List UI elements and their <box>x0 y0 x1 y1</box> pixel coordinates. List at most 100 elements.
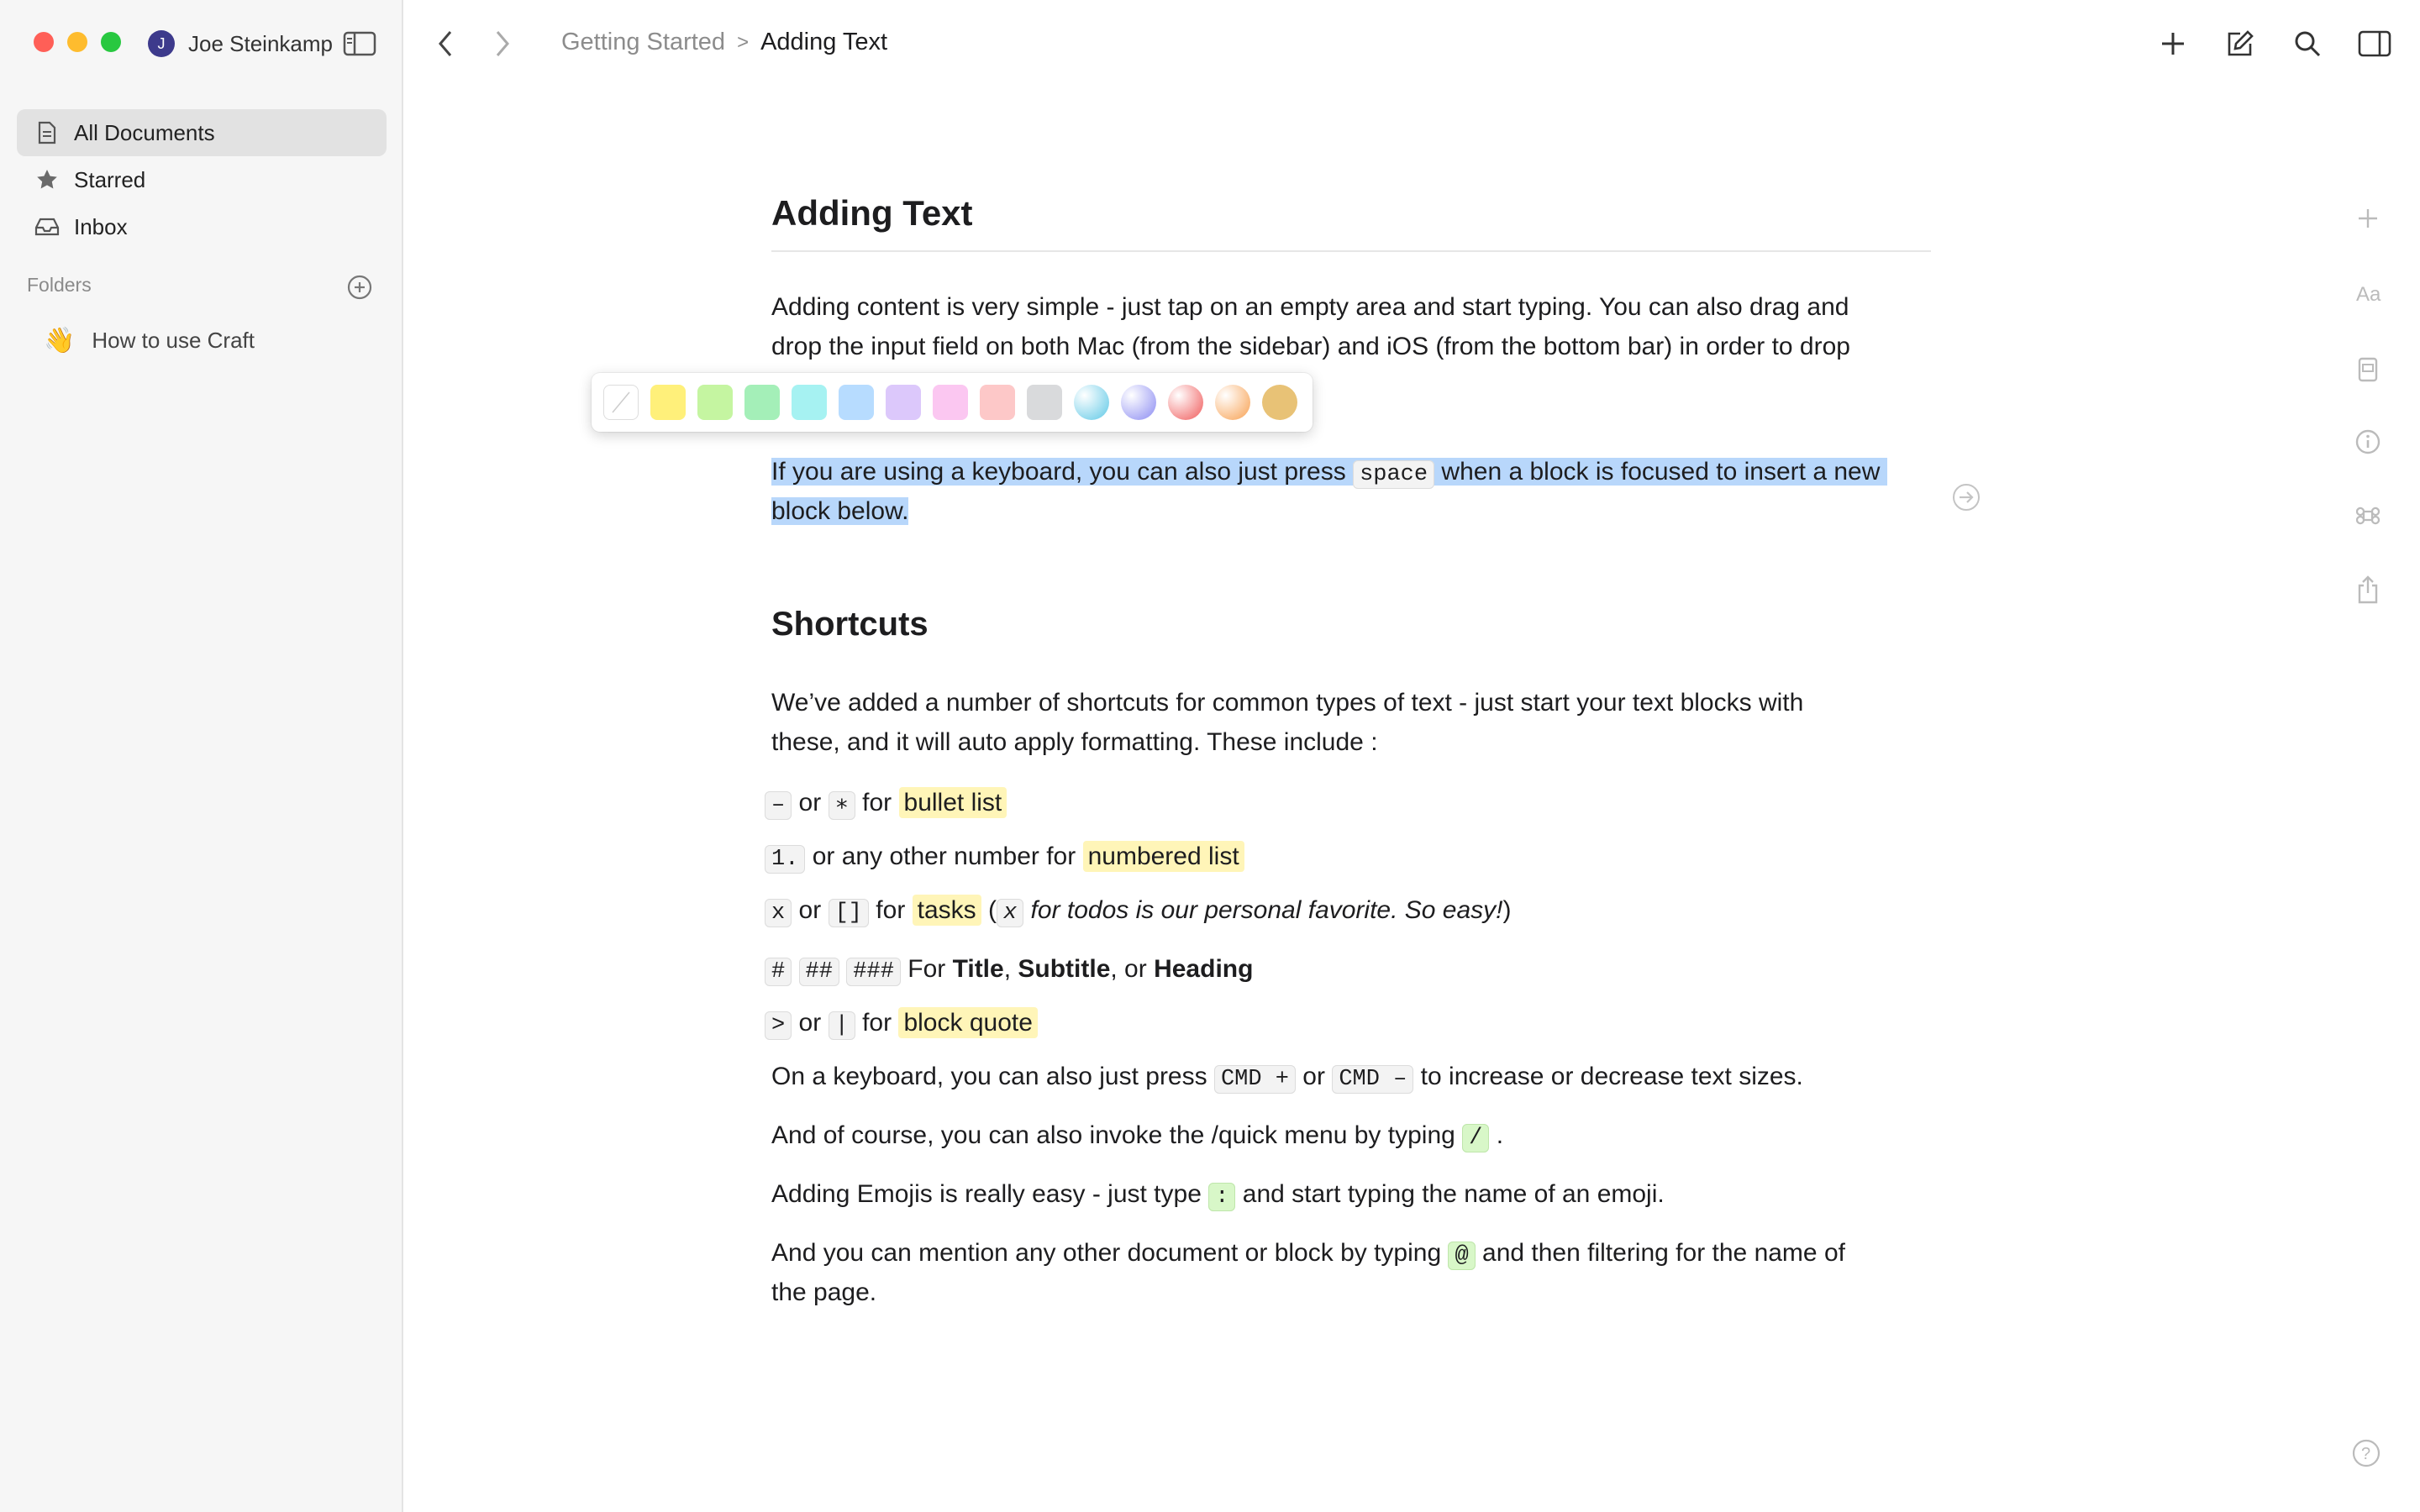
text-span: . <box>1489 1121 1504 1149</box>
section-heading[interactable]: Shortcuts <box>771 605 929 644</box>
paragraph-line[interactable]: We’ve added a number of shortcuts for co… <box>771 683 1803 722</box>
text-span: block below. <box>771 497 909 525</box>
text-span: and start typing the name of an emoji. <box>1235 1180 1665 1208</box>
color-swatch[interactable] <box>1027 385 1062 420</box>
sidebar-toggle-icon[interactable] <box>343 30 376 61</box>
inline-code: > <box>765 1011 792 1040</box>
text-span: when a block is focused to insert a new <box>1434 458 1881 486</box>
color-swatch[interactable] <box>933 385 968 420</box>
inline-code: x <box>765 899 792 927</box>
color-swatch[interactable] <box>980 385 1015 420</box>
folder-label: How to use Craft <box>92 328 255 353</box>
close-window-button[interactable] <box>34 32 54 52</box>
inline-code: – <box>765 791 792 820</box>
sidebar: J Joe Steinkamp All Documents Starred In… <box>0 0 403 1512</box>
text-span: or <box>792 896 829 924</box>
text-span: If you are using a keyboard, you can als… <box>771 458 1354 486</box>
italic-text: for todos is our personal favorite. So e… <box>1023 896 1503 924</box>
color-swatch[interactable] <box>1121 385 1156 420</box>
breadcrumb-parent[interactable]: Getting Started <box>561 29 725 56</box>
color-swatch[interactable] <box>839 385 874 420</box>
paragraph-line[interactable]: And of course, you can also invoke the /… <box>771 1116 1503 1158</box>
inline-code: ### <box>846 958 901 986</box>
color-swatch[interactable] <box>1215 385 1250 420</box>
highlight: tasks <box>912 895 981 926</box>
sidebar-item-starred[interactable]: Starred <box>17 156 387 203</box>
document-icon <box>32 121 62 144</box>
color-swatch[interactable] <box>697 385 733 420</box>
user-name[interactable]: Joe Steinkamp <box>188 30 333 57</box>
folders-label: Folders <box>27 274 92 296</box>
bold-text: Title <box>952 955 1004 983</box>
text-span: for <box>855 1009 899 1037</box>
highlight: numbered list <box>1082 841 1244 872</box>
shortcut-line[interactable]: # ## ### For Title, Subtitle, or Heading <box>765 949 1253 992</box>
svg-text:?: ? <box>2361 1445 2370 1463</box>
text-span: And you can mention any other document o… <box>771 1239 1449 1267</box>
highlight: bullet list <box>898 787 1007 818</box>
shortcut-line[interactable]: 1. or any other number for numbered list <box>765 837 1244 879</box>
text-span: and then filtering for the name of <box>1475 1239 1845 1267</box>
add-folder-icon[interactable] <box>346 274 373 305</box>
sidebar-item-all-documents[interactable]: All Documents <box>17 109 387 156</box>
text-span: for <box>868 896 913 924</box>
document: Adding Text Adding content is very simpl… <box>765 193 1931 1306</box>
avatar[interactable]: J <box>148 30 175 57</box>
paragraph-line[interactable]: Adding content is very simple - just tap… <box>771 287 1849 327</box>
document-title[interactable]: Adding Text <box>771 193 1931 252</box>
color-swatch[interactable] <box>1262 385 1297 420</box>
text-span: or any other number for <box>805 843 1083 870</box>
share-icon[interactable] <box>2354 575 2381 609</box>
text-span: for <box>855 789 899 816</box>
text-span: For <box>900 955 953 983</box>
color-swatch[interactable] <box>1168 385 1203 420</box>
color-swatch[interactable] <box>886 385 921 420</box>
highlight: block quote <box>898 1007 1038 1038</box>
selected-paragraph[interactable]: block below. <box>771 491 909 531</box>
add-icon[interactable] <box>2158 29 2188 63</box>
inline-code: ## <box>798 958 839 986</box>
block-arrow-icon[interactable] <box>1951 482 1981 517</box>
inspector-panel-icon[interactable] <box>2358 29 2391 63</box>
text-span: or <box>792 789 829 816</box>
paragraph-line[interactable]: Adding Emojis is really easy - just type… <box>771 1174 1665 1217</box>
text-span: Adding Emojis is really easy - just type <box>771 1180 1209 1208</box>
paragraph-line[interactable]: these, and it will auto apply formatting… <box>771 722 1378 762</box>
text-span: or <box>1295 1063 1333 1090</box>
page-style-icon[interactable] <box>2354 356 2381 387</box>
selected-paragraph[interactable]: If you are using a keyboard, you can als… <box>771 452 1887 495</box>
paragraph-line[interactable]: And you can mention any other document o… <box>771 1233 1845 1276</box>
zoom-window-button[interactable] <box>101 32 121 52</box>
inline-code: ∗ <box>828 791 855 820</box>
shortcut-line[interactable]: x or [] for tasks (x for todos is our pe… <box>765 890 1512 933</box>
back-icon[interactable] <box>434 29 457 63</box>
shortcut-line[interactable]: > or | for block quote <box>765 1003 1038 1046</box>
star-icon <box>32 168 62 192</box>
text-style-icon[interactable]: Aa <box>2354 281 2388 310</box>
breadcrumb-current[interactable]: Adding Text <box>760 29 887 56</box>
search-icon[interactable] <box>2292 29 2323 63</box>
text-span: to increase or decrease text sizes. <box>1413 1063 1803 1090</box>
sidebar-item-inbox[interactable]: Inbox <box>17 203 387 250</box>
text-span: or <box>792 1009 829 1037</box>
add-block-icon[interactable] <box>2354 205 2381 236</box>
paragraph-line[interactable]: the page. <box>771 1273 876 1312</box>
sidebar-item-label: Starred <box>74 166 146 192</box>
shortcut-line[interactable]: – or ∗ for bullet list <box>765 783 1007 826</box>
color-swatch[interactable] <box>1074 385 1109 420</box>
color-swatch[interactable] <box>650 385 686 420</box>
info-icon[interactable] <box>2354 428 2381 459</box>
compose-icon[interactable] <box>2225 29 2255 63</box>
minimize-window-button[interactable] <box>67 32 87 52</box>
no-color-swatch[interactable] <box>603 385 639 420</box>
color-swatch[interactable] <box>792 385 827 420</box>
sidebar-item-label: Inbox <box>74 213 128 239</box>
help-icon[interactable]: ? <box>2351 1438 2381 1473</box>
highlight-color-toolbar <box>592 373 1313 432</box>
paragraph-line[interactable]: On a keyboard, you can also just press C… <box>771 1057 1803 1100</box>
forward-icon[interactable] <box>491 29 514 63</box>
command-icon[interactable] <box>2354 502 2381 533</box>
folder-item[interactable]: 👋 How to use Craft <box>44 326 255 355</box>
color-swatch[interactable] <box>744 385 780 420</box>
paragraph-line[interactable]: drop the input field on both Mac (from t… <box>771 327 1850 366</box>
